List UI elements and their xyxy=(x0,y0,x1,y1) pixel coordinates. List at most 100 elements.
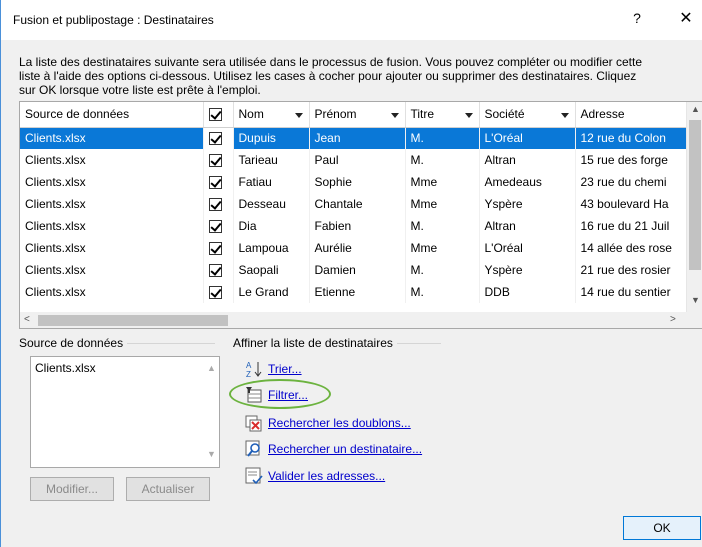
svg-text:Z: Z xyxy=(246,370,251,378)
recipients-table: Source de données Nom Prénom Titre Socié… xyxy=(20,102,687,303)
find-duplicates-link[interactable]: Rechercher les doublons... xyxy=(268,416,411,430)
column-header-label: Prénom xyxy=(314,107,357,122)
vertical-scrollbar[interactable]: ▲ ▼ xyxy=(686,102,702,312)
chevron-down-icon[interactable] xyxy=(390,113,399,118)
list-item[interactable]: Clients.xlsx xyxy=(35,361,96,375)
column-header-nom[interactable]: Nom xyxy=(233,102,310,128)
table-row[interactable]: Clients.xlsx Fatiau Sophie Mme Amedeaus … xyxy=(20,171,687,193)
recipients-grid[interactable]: Source de données Nom Prénom Titre Socié… xyxy=(19,101,702,329)
cell-source: Clients.xlsx xyxy=(20,215,204,237)
table-row[interactable]: Clients.xlsx Dia Fabien M. Altran 16 rue… xyxy=(20,215,687,237)
title-bar: Fusion et publipostage : Destinataires ?… xyxy=(1,0,702,40)
cell-societe: L'Oréal xyxy=(479,127,576,149)
close-button[interactable]: ✕ xyxy=(675,8,697,28)
table-row[interactable]: Clients.xlsx Desseau Chantale Mme Yspère… xyxy=(20,193,687,215)
table-row[interactable]: Clients.xlsx Saopali Damien M. Yspère 21… xyxy=(20,259,687,281)
scroll-down-icon[interactable]: ▼ xyxy=(691,295,700,305)
intro-text: La liste des destinataires suivante sera… xyxy=(19,55,702,100)
cell-prenom: Paul xyxy=(309,149,406,171)
cell-societe: L'Oréal xyxy=(479,237,576,259)
row-checkbox[interactable] xyxy=(208,264,222,278)
cell-titre: M. xyxy=(405,259,480,281)
cell-source: Clients.xlsx xyxy=(20,171,204,193)
table-row[interactable]: Clients.xlsx Tarieau Paul M. Altran 15 r… xyxy=(20,149,687,171)
sort-link[interactable]: Trier... xyxy=(268,362,302,376)
scroll-left-icon[interactable]: < xyxy=(24,314,30,325)
validate-addresses-link[interactable]: Valider les adresses... xyxy=(268,469,385,483)
cell-adresse: 14 allée des rose xyxy=(575,237,687,259)
scroll-down-icon[interactable]: ▼ xyxy=(207,449,216,459)
cell-prenom: Damien xyxy=(309,259,406,281)
cell-prenom: Sophie xyxy=(309,171,406,193)
scroll-up-icon[interactable]: ▲ xyxy=(691,104,700,114)
chevron-down-icon[interactable] xyxy=(464,113,473,118)
chevron-down-icon[interactable] xyxy=(560,113,569,118)
column-header-checkbox[interactable] xyxy=(203,102,234,128)
filter-highlight-ring xyxy=(229,379,331,409)
cell-titre: M. xyxy=(405,215,480,237)
cell-adresse: 12 rue du Colon xyxy=(575,127,687,149)
header-row: Source de données Nom Prénom Titre Socié… xyxy=(20,102,687,128)
chevron-down-icon[interactable] xyxy=(294,113,303,118)
table-row[interactable]: Clients.xlsx Dupuis Jean M. L'Oréal 12 r… xyxy=(20,127,687,149)
cell-nom: Saopali xyxy=(233,259,310,281)
scroll-up-icon[interactable]: ▲ xyxy=(207,363,216,373)
cell-titre: M. xyxy=(405,127,480,149)
column-header-label: Source de données xyxy=(25,107,130,122)
scroll-right-icon[interactable]: > xyxy=(670,314,676,325)
row-checkbox[interactable] xyxy=(208,198,222,212)
cell-prenom: Aurélie xyxy=(309,237,406,259)
cell-adresse: 43 boulevard Ha xyxy=(575,193,687,215)
table-row[interactable]: Clients.xlsx Le Grand Etienne M. DDB 14 … xyxy=(20,281,687,303)
row-checkbox[interactable] xyxy=(208,242,222,256)
help-button[interactable]: ? xyxy=(627,10,647,26)
listbox-scrollbar[interactable]: ▲ ▼ xyxy=(202,357,219,467)
dialog-title: Fusion et publipostage : Destinataires xyxy=(13,13,214,27)
cell-adresse: 21 rue des rosier xyxy=(575,259,687,281)
cell-nom: Desseau xyxy=(233,193,310,215)
modify-button[interactable]: Modifier... xyxy=(30,477,114,501)
row-checkbox[interactable] xyxy=(208,176,222,190)
scroll-corner xyxy=(686,312,702,328)
cell-source: Clients.xlsx xyxy=(20,149,204,171)
cell-prenom: Jean xyxy=(309,127,406,149)
intro-line: La liste des destinataires suivante sera… xyxy=(19,55,643,69)
intro-line: sur OK lorsque votre liste est prête à l… xyxy=(19,83,261,97)
cell-prenom: Chantale xyxy=(309,193,406,215)
select-all-checkbox[interactable] xyxy=(208,108,222,122)
cell-source: Clients.xlsx xyxy=(20,127,204,149)
validate-icon xyxy=(245,467,263,485)
data-source-listbox[interactable]: Clients.xlsx ▲ ▼ xyxy=(30,356,220,468)
cell-societe: Yspère xyxy=(479,193,576,215)
ok-button[interactable]: OK xyxy=(623,516,701,540)
column-header-adresse[interactable]: Adresse xyxy=(575,102,687,128)
horizontal-scrollbar[interactable]: < > xyxy=(20,312,686,328)
cell-source: Clients.xlsx xyxy=(20,281,204,303)
column-header-societe[interactable]: Société xyxy=(479,102,576,128)
svg-text:A: A xyxy=(246,361,252,370)
find-recipient-icon xyxy=(245,440,260,457)
cell-nom: Dupuis xyxy=(233,127,310,149)
column-header-source[interactable]: Source de données xyxy=(20,102,204,128)
cell-titre: Mme xyxy=(405,193,480,215)
row-checkbox[interactable] xyxy=(208,132,222,146)
scroll-thumb[interactable] xyxy=(38,315,228,326)
cell-societe: Yspère xyxy=(479,259,576,281)
refresh-button[interactable]: Actualiser xyxy=(126,477,210,501)
column-header-titre[interactable]: Titre xyxy=(405,102,480,128)
table-row[interactable]: Clients.xlsx Lampoua Aurélie Mme L'Oréal… xyxy=(20,237,687,259)
cell-titre: Mme xyxy=(405,171,480,193)
scroll-thumb[interactable] xyxy=(689,120,701,270)
cell-societe: Altran xyxy=(479,149,576,171)
intro-line: liste à l'aide des options ci-dessous. U… xyxy=(19,69,637,83)
column-header-prenom[interactable]: Prénom xyxy=(309,102,406,128)
column-header-label: Adresse xyxy=(580,107,625,122)
row-checkbox[interactable] xyxy=(208,220,222,234)
cell-prenom: Fabien xyxy=(309,215,406,237)
row-checkbox[interactable] xyxy=(208,286,222,300)
find-recipient-link[interactable]: Rechercher un destinataire... xyxy=(268,442,422,456)
column-header-label: Nom xyxy=(238,107,264,122)
refine-group-label: Affiner la liste de destinataires xyxy=(233,336,397,350)
row-checkbox[interactable] xyxy=(208,154,222,168)
cell-source: Clients.xlsx xyxy=(20,259,204,281)
